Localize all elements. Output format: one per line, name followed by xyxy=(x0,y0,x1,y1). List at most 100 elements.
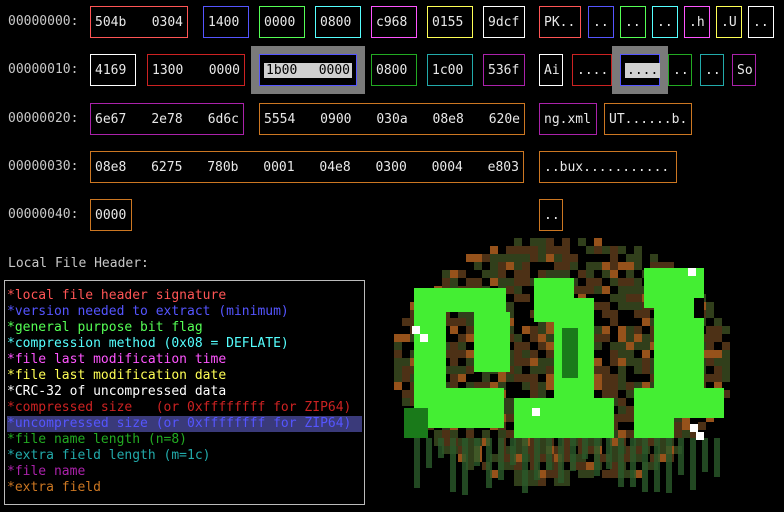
legend-item: *CRC-32 of uncompressed data xyxy=(7,384,227,399)
ascii-field[interactable]: ..bux........... xyxy=(539,151,677,183)
hex-word: 0004 xyxy=(431,159,463,175)
legend-item: *file last modification date xyxy=(7,368,227,383)
hex-word: 08e8 xyxy=(95,159,127,175)
legend-item: *general purpose bit flag xyxy=(7,320,203,335)
legend-item: *extra field length (m=1c) xyxy=(7,448,211,463)
ascii-text: So xyxy=(737,62,753,78)
hex-word: 1300 xyxy=(152,62,184,78)
hex-word: 780b xyxy=(207,159,239,175)
hex-field[interactable]: 0000 xyxy=(90,199,132,231)
hex-field[interactable]: 08e8 6275 780b 0001 04e8 0300 0004 e803 xyxy=(90,151,524,183)
row-address: 00000010: xyxy=(8,62,79,77)
ascii-field[interactable]: PK.. xyxy=(539,6,581,38)
hex-word: 2e78 xyxy=(151,111,183,127)
ascii-text: .. xyxy=(544,207,560,223)
hex-word: e803 xyxy=(487,159,519,175)
hex-field[interactable]: 0800 xyxy=(315,6,361,38)
row-address: 00000000: xyxy=(8,14,79,29)
hex-word: 5554 xyxy=(264,111,296,127)
hex-word: 0001 xyxy=(263,159,295,175)
ascii-text: .. xyxy=(753,14,769,30)
legend-item: *compressed size (or 0xffffffff for ZIP6… xyxy=(7,400,352,415)
hex-word: 620e xyxy=(488,111,520,127)
hex-word: c968 xyxy=(376,14,408,30)
legend-item: *file name length (n=8) xyxy=(7,432,188,447)
hex-word: 1c00 xyxy=(432,62,464,78)
ascii-text: .. xyxy=(657,14,673,30)
hex-field[interactable]: c968 xyxy=(371,6,417,38)
ascii-field[interactable]: .. xyxy=(700,54,724,86)
row-address: 00000030: xyxy=(8,159,79,174)
hex-field[interactable]: 0800 xyxy=(371,54,417,86)
hex-field[interactable]: 1c00 xyxy=(427,54,473,86)
hex-field[interactable]: 9dcf xyxy=(483,6,525,38)
ascii-text: ..bux........... xyxy=(544,159,670,175)
hex-word: 4169 xyxy=(95,62,127,78)
ascii-field[interactable]: .. xyxy=(652,6,678,38)
legend-item: *uncompressed size (or 0xffffffff for ZI… xyxy=(7,416,362,432)
ascii-field[interactable]: Ai xyxy=(539,54,563,86)
hex-word: 030a xyxy=(376,111,408,127)
ascii-field[interactable]: .. xyxy=(668,54,692,86)
row-address: 00000020: xyxy=(8,111,79,126)
hex-field[interactable]: 0000 xyxy=(259,6,305,38)
hex-field[interactable]: 5554 0900 030a 08e8 620e xyxy=(259,103,525,135)
legend-item: *version needed to extract (minimum) xyxy=(7,304,289,319)
ascii-field[interactable]: .. xyxy=(748,6,774,38)
ascii-field[interactable]: .... xyxy=(572,54,612,86)
hex-field[interactable]: 0155 xyxy=(427,6,473,38)
ascii-text: .U xyxy=(721,14,737,30)
ascii-text: Ai xyxy=(544,62,560,78)
hex-word: 0000 xyxy=(318,62,350,78)
ascii-field[interactable]: .. xyxy=(539,199,563,231)
ascii-text: .. xyxy=(625,14,641,30)
hex-word: 1400 xyxy=(208,14,240,30)
ascii-text: .. xyxy=(673,62,689,78)
hex-field[interactable]: 1300 0000 xyxy=(147,54,245,86)
ascii-field[interactable]: UT......b. xyxy=(604,103,692,135)
hex-word: 9dcf xyxy=(488,14,520,30)
ascii-text: UT......b. xyxy=(609,111,688,127)
ascii-field[interactable]: ng.xml xyxy=(539,103,597,135)
hex-word: 504b xyxy=(95,14,127,30)
hex-word: 0000 xyxy=(208,62,240,78)
ascii-text: .. xyxy=(705,62,721,78)
hex-word: 04e8 xyxy=(319,159,351,175)
pixel-art-zip-logo-icon xyxy=(384,238,750,512)
hex-field[interactable]: 6e67 2e78 6d6c xyxy=(90,103,244,135)
legend-item: *file last modification time xyxy=(7,352,227,367)
ascii-text: .h xyxy=(689,14,705,30)
hex-field[interactable]: 504b 0304 xyxy=(90,6,188,38)
hex-field[interactable]: 1b00 0000 xyxy=(251,46,365,94)
hex-field[interactable]: 4169 xyxy=(90,54,136,86)
hex-word: 0800 xyxy=(320,14,352,30)
ascii-field[interactable]: .. xyxy=(588,6,614,38)
hex-word: 0304 xyxy=(151,14,183,30)
ascii-field[interactable]: .U xyxy=(716,6,742,38)
ascii-text: ng.xml xyxy=(544,111,591,127)
ascii-text: .. xyxy=(593,14,609,30)
hex-word: 0800 xyxy=(376,62,408,78)
hex-word: 0000 xyxy=(95,207,127,223)
row-address: 00000040: xyxy=(8,207,79,222)
hex-word: 0155 xyxy=(432,14,464,30)
hex-field[interactable]: 1400 xyxy=(203,6,249,38)
ascii-text: .... xyxy=(577,62,609,78)
field-legend: *local file header signature *version nee… xyxy=(4,280,365,505)
ascii-field[interactable]: .. xyxy=(620,6,646,38)
hex-field[interactable]: 536f xyxy=(483,54,525,86)
hex-word: 1b00 xyxy=(266,62,298,78)
hex-word: 0000 xyxy=(264,14,296,30)
ascii-field[interactable]: .... xyxy=(612,46,668,94)
legend-title: Local File Header: xyxy=(8,256,149,271)
ascii-text: .... xyxy=(625,62,661,78)
ascii-text: PK.. xyxy=(544,14,576,30)
ascii-field[interactable]: .h xyxy=(684,6,710,38)
hex-word: 536f xyxy=(488,62,520,78)
ascii-field[interactable]: So xyxy=(732,54,756,86)
legend-item: *file name xyxy=(7,464,86,479)
hex-word: 0900 xyxy=(320,111,352,127)
hex-word: 6275 xyxy=(151,159,183,175)
hex-word: 6d6c xyxy=(207,111,239,127)
hex-word: 08e8 xyxy=(432,111,464,127)
